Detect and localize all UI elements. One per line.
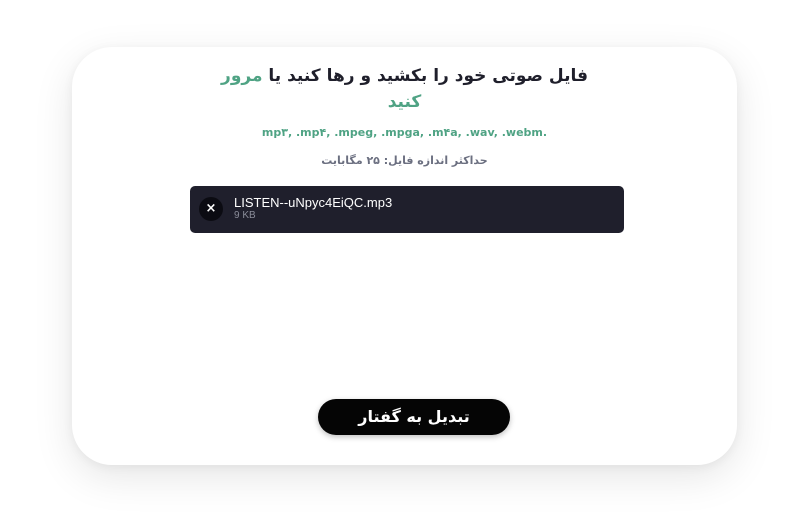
file-size: 9 KB	[234, 210, 256, 221]
upload-title: فایل صوتی خود را بکشید و رها کنید یا مرو…	[72, 63, 737, 115]
close-icon: ×	[205, 201, 217, 216]
max-file-size: حداکثر اندازه فایل: ۲۵ مگابایت	[321, 154, 488, 167]
convert-to-speech-button[interactable]: تبدیل به گفتار	[318, 399, 510, 435]
browse-link-continued[interactable]: کنید	[388, 92, 422, 112]
supported-formats: .mp۳, .mp۴, .mpeg, .mpga, .m۴a, .wav, .w…	[261, 126, 548, 139]
title-text: فایل صوتی خود را بکشید و رها کنید یا	[268, 66, 588, 86]
waveform-bars	[160, 269, 665, 359]
browse-link[interactable]: مرور	[221, 66, 262, 86]
remove-file-button[interactable]: ×	[199, 197, 223, 221]
uploaded-file-item: × LISTEN--uNpyc4EiQC.mp3 9 KB	[190, 186, 624, 233]
file-name: LISTEN--uNpyc4EiQC.mp3	[234, 195, 393, 210]
audio-waveform	[160, 269, 665, 359]
